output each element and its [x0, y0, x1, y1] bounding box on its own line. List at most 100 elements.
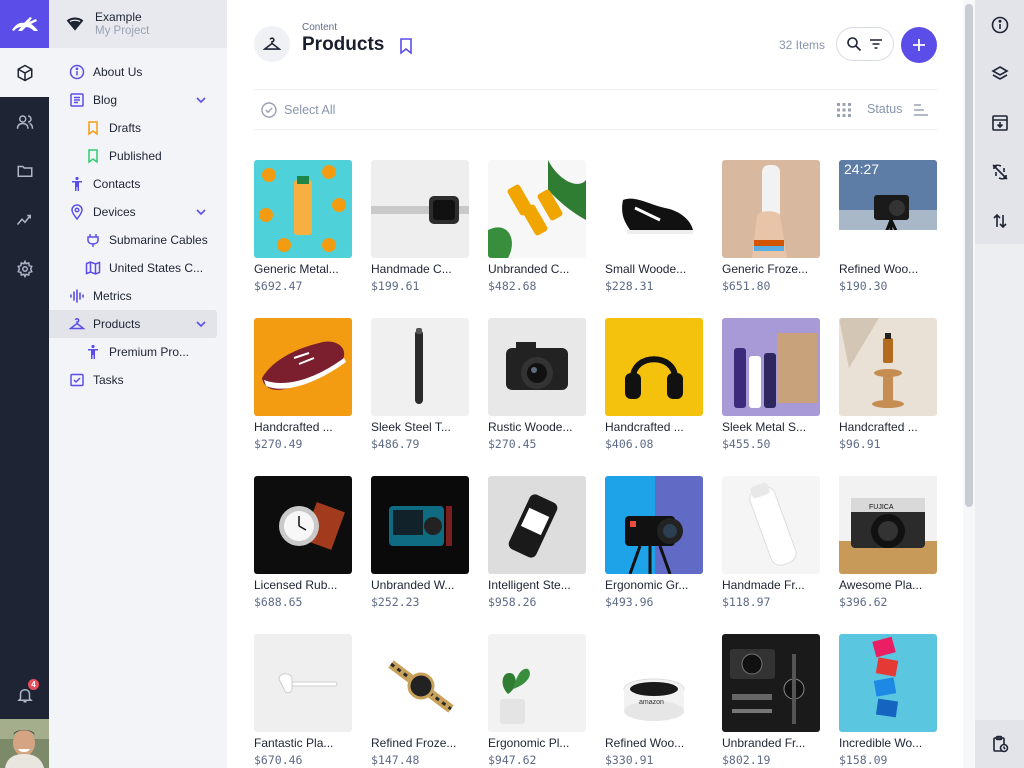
product-thumbnail[interactable] [605, 160, 703, 258]
product-card[interactable]: Rustic Woode... $270.45 [488, 318, 586, 451]
product-thumbnail[interactable] [839, 634, 937, 732]
product-card[interactable]: Refined Froze... $147.48 [371, 634, 469, 767]
product-card[interactable]: Unbranded Fr... $802.19 [722, 634, 820, 767]
product-thumbnail[interactable] [722, 160, 820, 258]
layers-button[interactable] [975, 49, 1024, 98]
product-card[interactable]: Small Woode... $228.31 [605, 160, 703, 293]
product-card[interactable]: Intelligent Ste... $958.26 [488, 476, 586, 609]
sidebar-item-contacts[interactable]: Contacts [49, 170, 217, 198]
product-price: $688.65 [254, 595, 303, 609]
product-thumbnail[interactable] [371, 476, 469, 574]
gear-icon [16, 259, 33, 278]
product-thumbnail[interactable]: FUJICA [839, 476, 937, 574]
sidebar-item-products[interactable]: Products [49, 310, 217, 338]
bookmark-icon[interactable] [398, 37, 414, 55]
product-card[interactable]: Unbranded W... $252.23 [371, 476, 469, 609]
product-card[interactable]: amazon Refined Woo... $330.91 [605, 634, 703, 767]
product-card[interactable]: Ergonomic Gr... $493.96 [605, 476, 703, 609]
users-nav-button[interactable] [0, 97, 49, 146]
sidebar-item-about-us[interactable]: About Us [49, 58, 217, 86]
product-price: $947.62 [488, 753, 537, 767]
product-price: $486.79 [371, 437, 420, 451]
product-card[interactable]: Sleek Steel T... $486.79 [371, 318, 469, 451]
media-nav-button[interactable] [0, 146, 49, 195]
sidebar-item-published[interactable]: Published [49, 142, 217, 170]
select-all-button[interactable]: Select All [261, 102, 335, 118]
product-thumbnail[interactable] [371, 634, 469, 732]
chevron-down-icon[interactable] [195, 94, 207, 106]
notifications-button[interactable]: 4 [0, 670, 49, 719]
product-card[interactable]: Incredible Wo... $158.09 [839, 634, 937, 767]
product-card[interactable]: Unbranded C... $482.68 [488, 160, 586, 293]
chevron-down-icon[interactable] [195, 318, 207, 330]
sidebar-item-label: United States C... [109, 261, 204, 275]
grid-view-icon[interactable] [836, 102, 852, 118]
product-thumbnail[interactable] [722, 476, 820, 574]
product-card[interactable]: FUJICA Awesome Pla... $396.62 [839, 476, 937, 609]
product-thumbnail[interactable] [839, 318, 937, 416]
product-card[interactable]: Handcrafted ... $96.91 [839, 318, 937, 451]
sidebar-item-metrics[interactable]: Metrics [49, 282, 217, 310]
content-nav-button[interactable] [0, 48, 49, 97]
sort-arrows-button[interactable] [975, 196, 1024, 245]
product-card[interactable]: Ergonomic Pl... $947.62 [488, 634, 586, 767]
product-card[interactable]: Sleek Metal S... $455.50 [722, 318, 820, 451]
product-thumbnail[interactable] [371, 160, 469, 258]
scrollbar[interactable] [963, 0, 975, 768]
product-thumbnail[interactable] [371, 318, 469, 416]
project-switcher[interactable]: Example My Project [49, 0, 227, 48]
product-name: Unbranded C... [488, 262, 570, 276]
product-card[interactable]: Licensed Rub... $688.65 [254, 476, 352, 609]
product-thumbnail[interactable] [254, 318, 352, 416]
product-name: Sleek Steel T... [371, 420, 451, 434]
product-card[interactable]: Generic Metal... $692.47 [254, 160, 352, 293]
sidebar-item-drafts[interactable]: Drafts [49, 114, 217, 142]
scrollbar-thumb[interactable] [965, 4, 973, 507]
add-item-button[interactable] [901, 27, 937, 63]
search-icon[interactable] [846, 36, 862, 52]
clipboard-button[interactable] [975, 720, 1024, 768]
product-thumbnail[interactable] [254, 160, 352, 258]
product-card[interactable]: Fantastic Pla... $670.46 [254, 634, 352, 767]
app-logo[interactable] [0, 0, 49, 48]
sort-status-button[interactable]: Status [867, 102, 902, 116]
product-thumbnail[interactable] [488, 318, 586, 416]
sidebar-item-submarine-cables[interactable]: Submarine Cables [49, 226, 217, 254]
product-thumbnail[interactable] [488, 634, 586, 732]
settings-nav-button[interactable] [0, 244, 49, 293]
sort-icon[interactable] [913, 103, 929, 117]
product-thumbnail[interactable] [605, 318, 703, 416]
product-thumbnail[interactable] [722, 634, 820, 732]
analytics-nav-button[interactable] [0, 195, 49, 244]
rabbit-logo-icon [11, 17, 38, 31]
info-panel-button[interactable] [975, 0, 1024, 49]
archive-button[interactable] [975, 98, 1024, 147]
product-card[interactable]: Handmade C... $199.61 [371, 160, 469, 293]
sidebar-item-tasks[interactable]: Tasks [49, 366, 217, 394]
sidebar-item-devices[interactable]: Devices [49, 198, 217, 226]
product-card[interactable]: Handcrafted ... $406.08 [605, 318, 703, 451]
breadcrumb[interactable]: Content [302, 22, 337, 33]
sync-off-button[interactable] [975, 147, 1024, 196]
product-name: Handmade C... [371, 262, 452, 276]
sidebar-item-premium-products[interactable]: Premium Pro... [49, 338, 217, 366]
product-thumbnail[interactable]: amazon [605, 634, 703, 732]
product-card[interactable]: Handmade Fr... $118.97 [722, 476, 820, 609]
product-thumbnail[interactable]: 24:27 [839, 160, 937, 258]
product-thumbnail[interactable] [254, 634, 352, 732]
search-filter-button[interactable] [836, 27, 894, 61]
product-thumbnail[interactable] [605, 476, 703, 574]
check-circle-icon [261, 102, 277, 118]
sidebar-item-blog[interactable]: Blog [49, 86, 217, 114]
chevron-down-icon[interactable] [195, 206, 207, 218]
sidebar-item-united-states[interactable]: United States C... [49, 254, 217, 282]
product-card[interactable]: Handcrafted ... $270.49 [254, 318, 352, 451]
product-card[interactable]: 24:27 Refined Woo... $190.30 [839, 160, 937, 293]
user-avatar[interactable] [0, 719, 49, 768]
product-thumbnail[interactable] [488, 476, 586, 574]
filter-icon[interactable] [868, 36, 884, 52]
product-thumbnail[interactable] [488, 160, 586, 258]
product-card[interactable]: Generic Froze... $651.80 [722, 160, 820, 293]
product-thumbnail[interactable] [254, 476, 352, 574]
product-thumbnail[interactable] [722, 318, 820, 416]
